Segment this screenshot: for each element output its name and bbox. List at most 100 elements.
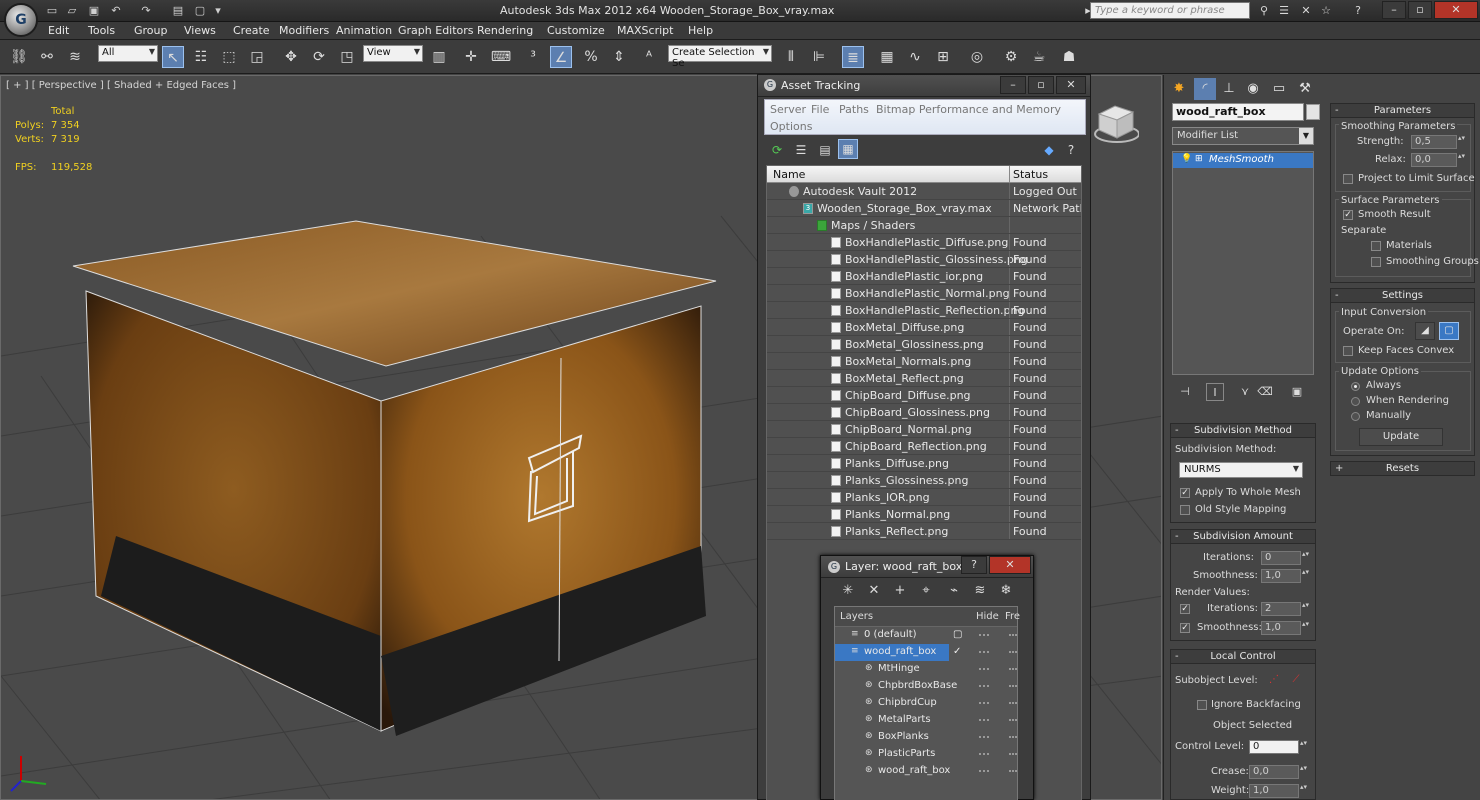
redo-icon[interactable]: ↷ bbox=[138, 3, 154, 18]
graphite-ribbon-icon[interactable]: ▦ bbox=[876, 46, 898, 68]
iterations-spinner[interactable]: 0 bbox=[1261, 551, 1312, 565]
select-manipulate-icon[interactable]: ✛ bbox=[460, 46, 482, 68]
add-to-layer-icon[interactable]: + bbox=[891, 582, 909, 600]
quick-access-dropdown-icon[interactable]: ▾ bbox=[210, 3, 226, 18]
freeze-toggle[interactable] bbox=[1009, 719, 1017, 721]
asset-row[interactable]: BoxHandlePlastic_Reflection.png Found bbox=[767, 302, 1081, 319]
freeze-toggle[interactable] bbox=[1009, 651, 1017, 653]
named-selection-set-dropdown[interactable]: Create Selection Se bbox=[668, 45, 772, 69]
spinner-snap-icon[interactable]: ⇕ bbox=[608, 46, 630, 68]
freeze-toggle[interactable] bbox=[1009, 736, 1017, 738]
hide-toggle[interactable] bbox=[979, 668, 989, 670]
close-button[interactable]: ✕ bbox=[1434, 1, 1478, 19]
remove-modifier-icon[interactable]: ⌫ bbox=[1256, 383, 1274, 401]
asset-row[interactable]: Planks_Glossiness.png Found bbox=[767, 472, 1081, 489]
hide-toggle[interactable] bbox=[979, 651, 989, 653]
freeze-toggle[interactable] bbox=[1009, 634, 1017, 636]
select-highlighted-icon[interactable]: ⌖ bbox=[917, 582, 935, 600]
freeze-toggle[interactable] bbox=[1009, 770, 1017, 772]
create-tab-icon[interactable]: ✸ bbox=[1168, 78, 1190, 100]
freeze-toggle[interactable] bbox=[1009, 668, 1017, 670]
weight-spinner[interactable]: 1,0 bbox=[1249, 784, 1310, 798]
hide-all-layers-icon[interactable]: ≋ bbox=[971, 582, 989, 600]
select-object-icon[interactable]: ↖ bbox=[162, 46, 184, 68]
menu-rendering[interactable]: Rendering bbox=[477, 24, 533, 37]
object-name-field[interactable]: wood_raft_box bbox=[1172, 103, 1304, 121]
render-smoothness-checkbox[interactable]: ✓ bbox=[1180, 623, 1190, 633]
edit-named-selection-icon[interactable]: ᴬ bbox=[638, 46, 660, 68]
favorites-star-icon[interactable]: ☆ bbox=[1318, 3, 1334, 18]
modifier-list-dropdown[interactable]: Modifier List bbox=[1172, 127, 1314, 145]
relax-spinner[interactable]: 0,0 bbox=[1411, 153, 1468, 167]
status-column-header[interactable]: Status bbox=[1013, 168, 1048, 181]
smoothing-groups-checkbox[interactable] bbox=[1371, 257, 1381, 267]
display-tab-icon[interactable]: ▭ bbox=[1268, 78, 1290, 100]
menu-edit[interactable]: Edit bbox=[48, 24, 69, 37]
at-menu-server[interactable]: Server bbox=[770, 103, 806, 116]
move-icon[interactable]: ✥ bbox=[280, 46, 302, 68]
render-setup-icon[interactable]: ⚙ bbox=[1000, 46, 1022, 68]
asset-row[interactable]: ChipBoard_Reflection.png Found bbox=[767, 438, 1081, 455]
set-current-layer-icon[interactable]: ▢ bbox=[953, 629, 962, 640]
asset-row[interactable]: Planks_Diffuse.png Found bbox=[767, 455, 1081, 472]
reference-coordinate-dropdown[interactable]: View bbox=[363, 45, 423, 62]
menu-views[interactable]: Views bbox=[184, 24, 216, 37]
asset-row[interactable]: Planks_Reflect.png Found bbox=[767, 523, 1081, 540]
parameters-header[interactable]: - Parameters bbox=[1331, 104, 1474, 118]
hide-toggle[interactable] bbox=[979, 719, 989, 721]
delete-layer-icon[interactable]: ✕ bbox=[865, 582, 883, 600]
save-file-icon[interactable]: ▣ bbox=[86, 3, 102, 18]
layers-column-header[interactable]: Layers bbox=[840, 611, 873, 622]
asset-tracking-titlebar[interactable]: G Asset Tracking – ▫ ✕ bbox=[758, 75, 1090, 97]
render-smoothness-spinner[interactable]: 1,0 bbox=[1261, 621, 1312, 635]
asset-row[interactable]: BoxMetal_Normals.png Found bbox=[767, 353, 1081, 370]
rotate-icon[interactable]: ⟳ bbox=[308, 46, 330, 68]
subdivision-method-header[interactable]: - Subdivision Method bbox=[1171, 424, 1315, 438]
menu-customize[interactable]: Customize bbox=[547, 24, 605, 37]
hide-toggle[interactable] bbox=[979, 634, 989, 636]
smoothness-spinner[interactable]: 1,0 bbox=[1261, 569, 1312, 583]
object-color-swatch[interactable] bbox=[1306, 104, 1320, 120]
hide-toggle[interactable] bbox=[979, 753, 989, 755]
update-button[interactable]: Update bbox=[1359, 428, 1443, 446]
snaps-toggle-icon[interactable]: ³ bbox=[522, 46, 544, 68]
at-menu-file[interactable]: File bbox=[811, 103, 829, 116]
asset-row[interactable]: BoxHandlePlastic_Glossiness.png Found bbox=[767, 251, 1081, 268]
hide-toggle[interactable] bbox=[979, 770, 989, 772]
layer-row[interactable]: ⊛ PlasticParts bbox=[835, 746, 1017, 763]
unlink-icon[interactable]: ⚯ bbox=[36, 46, 58, 68]
subdivision-amount-header[interactable]: - Subdivision Amount bbox=[1171, 530, 1315, 544]
mirror-icon[interactable]: ⫴ bbox=[780, 46, 802, 68]
asset-row[interactable]: ChipBoard_Glossiness.png Found bbox=[767, 404, 1081, 421]
link-icon[interactable]: ⛓ bbox=[8, 46, 30, 68]
asset-row[interactable]: 3 Wooden_Storage_Box_vray.max Network Path bbox=[767, 200, 1081, 217]
render-production-icon[interactable]: ☗ bbox=[1058, 46, 1080, 68]
manually-radio[interactable] bbox=[1351, 412, 1360, 421]
at-menu-bitmap-performance[interactable]: Bitmap Performance and Memory bbox=[876, 103, 1061, 116]
asset-row[interactable]: BoxMetal_Diffuse.png Found bbox=[767, 319, 1081, 336]
window-crossing-icon[interactable]: ◲ bbox=[246, 46, 268, 68]
curve-editor-icon[interactable]: ∿ bbox=[904, 46, 926, 68]
smooth-result-checkbox[interactable]: ✓ bbox=[1343, 210, 1353, 220]
viewport-label[interactable]: [ + ] [ Perspective ] [ Shaded + Edged F… bbox=[6, 80, 236, 91]
at-maximize-button[interactable]: ▫ bbox=[1028, 76, 1054, 94]
schematic-view-icon[interactable]: ⊞ bbox=[932, 46, 954, 68]
edge-mode-icon[interactable]: ⟋ bbox=[1287, 672, 1305, 690]
old-style-mapping-checkbox[interactable] bbox=[1180, 505, 1190, 515]
layer-row[interactable]: ⊛ ChipbrdCup bbox=[835, 695, 1017, 712]
configure-modifier-sets-icon[interactable]: ▣ bbox=[1288, 383, 1306, 401]
freeze-toggle[interactable] bbox=[1009, 702, 1017, 704]
render-iterations-checkbox[interactable]: ✓ bbox=[1180, 604, 1190, 614]
menu-graph-editors[interactable]: Graph Editors bbox=[398, 24, 474, 37]
hide-toggle[interactable] bbox=[979, 702, 989, 704]
utilities-tab-icon[interactable]: ⚒ bbox=[1294, 78, 1316, 100]
scale-icon[interactable]: ◳ bbox=[336, 46, 358, 68]
stack-item-meshsmooth[interactable]: 💡 ⊞ MeshSmooth bbox=[1173, 153, 1313, 168]
subdivision-method-dropdown[interactable]: NURMS bbox=[1179, 462, 1303, 478]
expand-plus-icon[interactable]: ⊞ bbox=[1195, 154, 1203, 164]
asset-row[interactable]: BoxHandlePlastic_ior.png Found bbox=[767, 268, 1081, 285]
asset-row[interactable]: Planks_IOR.png Found bbox=[767, 489, 1081, 506]
at-menu-paths[interactable]: Paths bbox=[839, 103, 869, 116]
asset-row[interactable]: BoxHandlePlastic_Diffuse.png Found bbox=[767, 234, 1081, 251]
control-level-spinner[interactable]: 0 bbox=[1249, 740, 1310, 754]
